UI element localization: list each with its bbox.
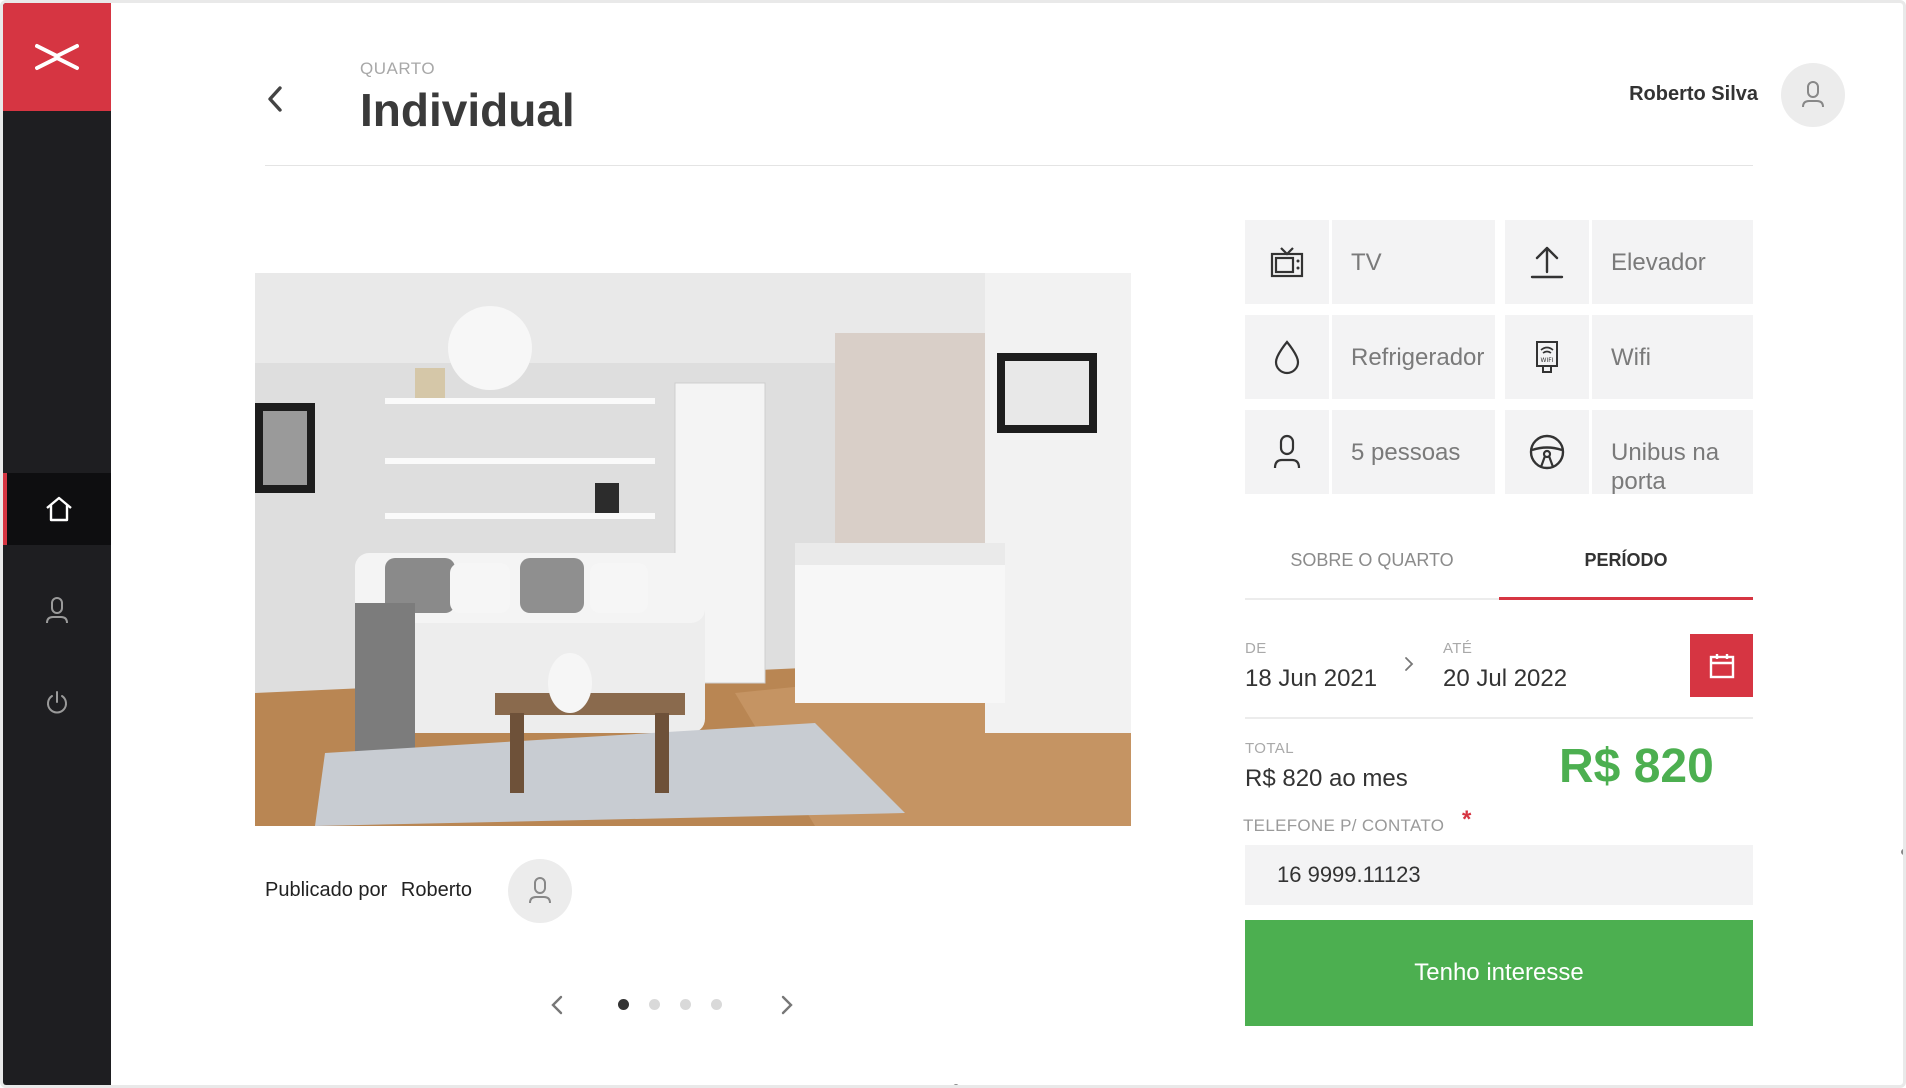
sidebar-item-home[interactable]: [3, 473, 111, 545]
section-divider: [1245, 717, 1753, 719]
user-icon: [1802, 81, 1824, 108]
amenity-icon-box: [1505, 410, 1589, 494]
carousel-dot[interactable]: [680, 999, 691, 1010]
carousel-dots: [618, 999, 722, 1010]
amenity-fridge: Refrigerador: [1245, 315, 1495, 399]
amenity-divider: [1589, 410, 1592, 494]
scroll-indicator: [953, 1084, 959, 1085]
calendar-icon: [1709, 653, 1734, 678]
from-label: DE: [1245, 640, 1267, 657]
amenity-label: Elevador: [1611, 249, 1706, 276]
author-name[interactable]: Roberto: [401, 879, 472, 901]
tv-icon: [1270, 247, 1304, 278]
from-date[interactable]: 18 Jun 2021: [1245, 665, 1377, 693]
header-divider: [265, 165, 1753, 166]
wifi-icon: WIFI: [1536, 341, 1558, 373]
amenity-divider: [1329, 315, 1332, 399]
tab-about-room[interactable]: SOBRE O QUARTO: [1245, 548, 1499, 600]
sidebar: [3, 3, 111, 1085]
room-photo-illustration: [255, 273, 1131, 826]
arrow-up-icon: [1530, 246, 1564, 279]
published-by: Publicado por Roberto: [265, 879, 472, 902]
tab-period[interactable]: PERÍODO: [1499, 548, 1753, 600]
user-avatar[interactable]: [1781, 63, 1845, 127]
amenity-divider: [1589, 220, 1592, 304]
home-icon: [46, 496, 72, 522]
amenity-tv: TV: [1245, 220, 1495, 304]
back-button[interactable]: [259, 79, 291, 119]
droplet-icon: [1274, 340, 1300, 375]
carousel-dot[interactable]: [618, 999, 629, 1010]
user-icon: [529, 877, 551, 904]
published-label: Publicado por: [265, 879, 388, 901]
amenity-icon-box: [1245, 220, 1329, 304]
carousel-dot[interactable]: [711, 999, 722, 1010]
user-name: Roberto Silva: [1629, 83, 1758, 105]
svg-text:WIFI: WIFI: [1541, 357, 1554, 364]
amenity-wifi: WIFI Wifi: [1505, 315, 1753, 399]
carousel-prev-button[interactable]: [545, 991, 569, 1019]
sidebar-item-profile[interactable]: [3, 575, 111, 647]
required-mark: *: [1462, 806, 1472, 833]
amenity-label: 5 pessoas: [1351, 439, 1461, 466]
amenity-bus: Unibus na porta: [1505, 410, 1753, 495]
scroll-indicator: [1901, 849, 1903, 855]
amenity-label: TV: [1351, 249, 1382, 276]
amenity-icon-box: [1245, 315, 1329, 399]
interest-button[interactable]: Tenho interesse: [1245, 920, 1753, 1026]
amenity-icon-box: [1505, 220, 1589, 304]
amenity-divider: [1329, 220, 1332, 304]
sidebar-item-logout[interactable]: [3, 667, 111, 739]
page-title: Individual: [360, 84, 575, 136]
chevron-right-icon: [1405, 657, 1414, 671]
total-price: R$ 820: [1559, 740, 1714, 793]
total-label: TOTAL: [1245, 740, 1294, 757]
user-icon: [46, 597, 68, 624]
calendar-button[interactable]: [1690, 634, 1753, 697]
amenity-label: Unibus na porta: [1611, 439, 1720, 495]
phone-label: TELEFONE P/ CONTATO: [1243, 816, 1445, 835]
scissors-logo-icon: [35, 44, 79, 70]
power-icon: [47, 691, 67, 714]
amenity-label: Refrigerador: [1351, 344, 1485, 371]
amenity-icon-box: [1245, 410, 1329, 494]
room-photo[interactable]: [255, 273, 1131, 826]
page-subtitle: QUARTO: [360, 59, 436, 78]
to-date[interactable]: 20 Jul 2022: [1443, 665, 1567, 693]
carousel-dot[interactable]: [649, 999, 660, 1010]
amenity-divider: [1329, 410, 1332, 494]
user-icon: [1273, 434, 1301, 469]
author-avatar[interactable]: [508, 859, 572, 923]
carousel-next-button[interactable]: [775, 991, 799, 1019]
amenity-elevator: Elevador: [1505, 220, 1753, 304]
steering-wheel-icon: [1529, 434, 1565, 470]
app-window: QUARTO Individual Roberto Silva Publicad…: [0, 0, 1906, 1088]
amenity-capacity: 5 pessoas: [1245, 410, 1495, 494]
amenity-icon-box: WIFI: [1505, 315, 1589, 399]
amenity-divider: [1589, 315, 1592, 399]
total-monthly: R$ 820 ao mes: [1245, 765, 1408, 792]
phone-input[interactable]: [1245, 845, 1753, 905]
chevron-right-icon: [781, 995, 793, 1015]
amenity-label: Wifi: [1611, 344, 1651, 371]
chevron-left-icon: [268, 86, 282, 112]
logo[interactable]: [3, 3, 111, 111]
chevron-left-icon: [551, 995, 563, 1015]
to-label: ATÉ: [1443, 640, 1473, 657]
